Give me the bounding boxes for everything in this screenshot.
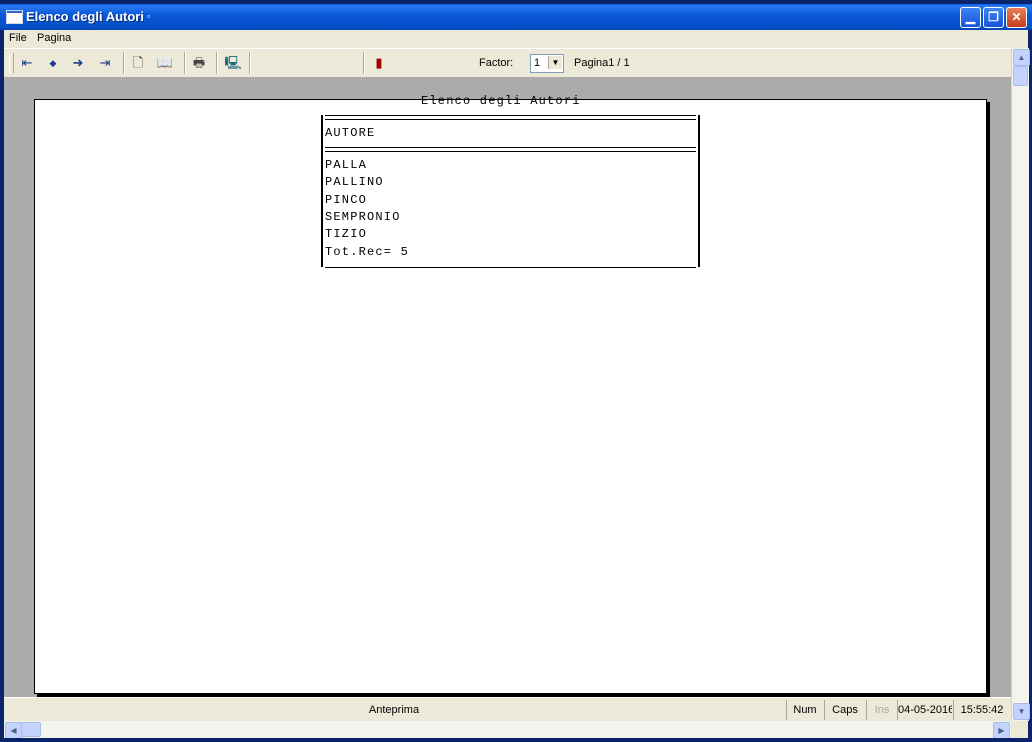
chevron-down-icon[interactable]: ▼: [548, 56, 562, 69]
exit-door-icon[interactable]: ▮: [368, 53, 390, 73]
menu-pagina[interactable]: Pagina: [37, 32, 71, 44]
print-icon[interactable]: 🖶: [188, 53, 210, 73]
title-bar[interactable]: Elenco degli Autori ▫ ▁ ❐ ✕: [0, 4, 1032, 30]
first-page-icon[interactable]: ⇤: [16, 53, 38, 73]
table-border-right: [698, 115, 700, 267]
factor-label: Factor:: [479, 57, 514, 69]
status-date: 04-05-2016: [897, 700, 952, 720]
table-row: PINCO: [325, 193, 368, 207]
status-ins: Ins: [866, 700, 897, 720]
toolbar-grip[interactable]: [9, 53, 14, 73]
application-window: Elenco degli Autori ▫ ▁ ❐ ✕ File Pagina …: [0, 0, 1032, 742]
table-row: PALLINO: [325, 175, 384, 189]
toolbar-separator: [249, 52, 251, 74]
total-records: Tot.Rec= 5: [325, 245, 410, 259]
toolbar-separator: [184, 52, 186, 74]
horizontal-scrollbar[interactable]: ◀ ▶: [4, 721, 1011, 739]
two-pages-icon[interactable]: 📖: [154, 53, 176, 73]
table-rule: [325, 119, 696, 120]
menu-file[interactable]: File: [9, 32, 27, 44]
scroll-right-icon[interactable]: ▶: [993, 722, 1010, 739]
toolbar-separator: [123, 52, 125, 74]
restore-button[interactable]: ❐: [983, 7, 1004, 28]
table-row: SEMPRONIO: [325, 210, 401, 224]
scroll-down-icon[interactable]: ▼: [1013, 703, 1030, 720]
window-title: Elenco degli Autori: [26, 9, 144, 24]
scroll-left-icon[interactable]: ◀: [5, 722, 22, 739]
scroll-up-icon[interactable]: ▲: [1013, 49, 1030, 66]
prev-page-icon[interactable]: ◆: [42, 53, 64, 73]
window-title-marker-icon: ▫: [147, 11, 151, 21]
factor-select[interactable]: 1 ▼: [530, 54, 564, 73]
report-table: Elenco degli Autori AUTORE PALLA PALLINO…: [321, 94, 701, 268]
report-page: Elenco degli Autori AUTORE PALLA PALLINO…: [34, 94, 987, 694]
page-indicator: Pagina1 / 1: [574, 57, 630, 69]
table-rule: [325, 115, 696, 116]
status-mode: Anteprima: [368, 704, 420, 716]
menu-bar: File Pagina: [4, 30, 1028, 48]
next-page-icon[interactable]: ➜: [67, 53, 89, 73]
table-row: PALLA: [325, 158, 368, 172]
report-title: Elenco degli Autori: [421, 94, 581, 108]
table-rule: [325, 267, 696, 268]
app-window-icon: [6, 10, 23, 24]
table-border-left: [321, 115, 323, 267]
toolbar: ⇤ ◆ ➜ ⇥ 🗋 📖 🖶 🖳 ▮ Factor: 1 ▼ Pagina1 / …: [4, 48, 1011, 78]
scroll-thumb[interactable]: [1013, 66, 1028, 86]
status-caps: Caps: [824, 700, 865, 720]
minimize-button[interactable]: ▁: [960, 7, 981, 28]
status-num: Num: [786, 700, 823, 720]
scroll-corner: [1011, 721, 1028, 738]
vertical-scrollbar[interactable]: ▲ ▼: [1011, 48, 1030, 721]
export-icon[interactable]: 🖳: [222, 53, 244, 73]
preview-area[interactable]: Elenco degli Autori AUTORE PALLA PALLINO…: [4, 77, 1011, 697]
window-border: [0, 738, 1032, 742]
toolbar-separator: [363, 52, 365, 74]
table-rule: [325, 151, 696, 152]
single-page-icon[interactable]: 🗋: [127, 53, 149, 73]
table-row: TIZIO: [325, 227, 368, 241]
status-bar: Anteprima Num Caps Ins 04-05-2016 15:55:…: [4, 697, 1011, 722]
toolbar-separator: [216, 52, 218, 74]
last-page-icon[interactable]: ⇥: [94, 53, 116, 73]
table-rule: [325, 147, 696, 148]
close-button[interactable]: ✕: [1006, 7, 1027, 28]
horizontal-scroll-thumb[interactable]: [21, 722, 41, 737]
factor-value: 1: [534, 57, 541, 69]
column-header-autore: AUTORE: [325, 126, 376, 140]
status-time: 15:55:42: [953, 700, 1010, 720]
